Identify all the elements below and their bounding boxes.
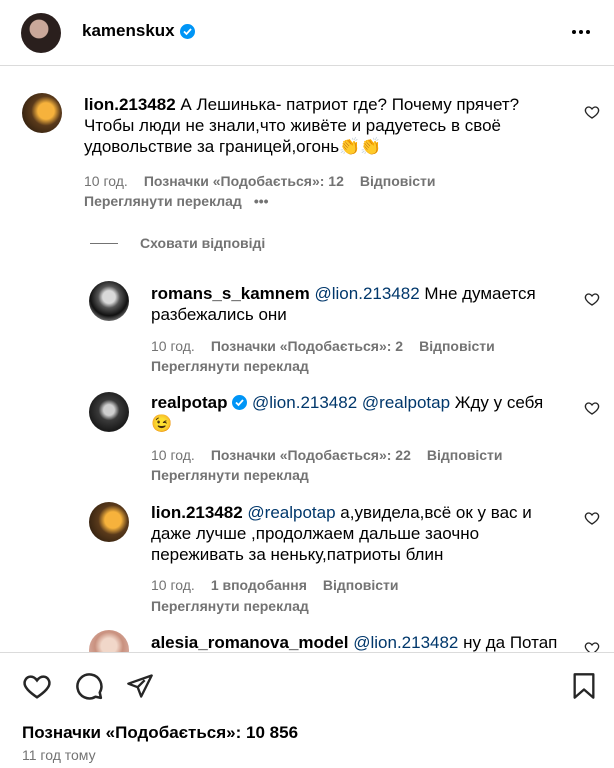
- comment-username[interactable]: romans_s_kamnem: [151, 284, 310, 303]
- reply-button[interactable]: Відповісти: [419, 338, 495, 354]
- reply-comment: lion.213482 @realpotap а,увидела,всё ок …: [0, 492, 614, 622]
- like-heart-icon[interactable]: [584, 400, 600, 416]
- comment-meta: 10 год. Позначки «Подобається»: 12 Відпо…: [84, 173, 436, 189]
- reply-button[interactable]: Відповісти: [360, 173, 436, 189]
- translate-link: Переглянути переклад •••: [84, 193, 269, 209]
- comment-likes[interactable]: Позначки «Подобається»: 12: [144, 173, 344, 189]
- mention-link[interactable]: @lion.213482: [315, 284, 420, 303]
- verified-badge-icon: [232, 395, 248, 410]
- comment-icon[interactable]: [74, 671, 104, 701]
- comment-meta: 10 год. Позначки «Подобається»: 2 Відпов…: [151, 338, 495, 354]
- translate-link: Переглянути переклад: [151, 598, 309, 614]
- mention-link[interactable]: @realpotap: [247, 503, 335, 522]
- like-heart-icon[interactable]: [584, 510, 600, 526]
- more-icon[interactable]: •••: [254, 193, 269, 209]
- reply-comment: alesia_romanova_model @lion.213482 ну да…: [0, 622, 614, 652]
- comment-text: alesia_romanova_model @lion.213482 ну да…: [151, 633, 558, 652]
- post-footer: Позначки «Подобається»: 10 856 11 год то…: [0, 652, 614, 768]
- post-actions: [22, 671, 154, 701]
- avatar[interactable]: [89, 502, 129, 542]
- comment-text: lion.213482 @realpotap а,увидела,всё ок …: [151, 503, 532, 564]
- translate-link: Переглянути переклад: [151, 358, 309, 374]
- comment-username[interactable]: lion.213482: [84, 95, 176, 114]
- mention-link[interactable]: @lion.213482: [353, 633, 458, 652]
- comment-meta: 10 год. Позначки «Подобається»: 22 Відпо…: [151, 447, 503, 463]
- reply-comment: realpotap @lion.213482 @realpotap Жду у …: [0, 382, 614, 492]
- comment-username[interactable]: lion.213482: [151, 503, 243, 522]
- comment-username[interactable]: realpotap: [151, 393, 228, 412]
- avatar[interactable]: [89, 281, 129, 321]
- like-heart-icon[interactable]: [584, 104, 600, 120]
- bookmark-icon[interactable]: [570, 671, 598, 701]
- like-heart-icon[interactable]: [22, 671, 52, 701]
- reply-button[interactable]: Відповісти: [427, 447, 503, 463]
- author-username[interactable]: kamenskux: [82, 21, 195, 41]
- mention-link[interactable]: @realpotap: [362, 393, 450, 412]
- comment-likes[interactable]: Позначки «Подобається»: 2: [211, 338, 403, 354]
- comments-list[interactable]: lion.213482 А Лешинька- патриот где? Поч…: [0, 67, 614, 652]
- avatar[interactable]: [89, 630, 129, 652]
- comment-text: lion.213482 А Лешинька- патриот где? Поч…: [84, 95, 520, 156]
- comment-likes[interactable]: Позначки «Подобається»: 22: [211, 447, 411, 463]
- comment-meta: 10 год. 1 вподобання Відповісти: [151, 577, 399, 593]
- like-heart-icon[interactable]: [584, 640, 600, 652]
- avatar[interactable]: [89, 392, 129, 432]
- translate-link: Переглянути переклад: [151, 467, 309, 483]
- post-header: kamenskux: [0, 0, 614, 66]
- reply-button[interactable]: Відповісти: [323, 577, 399, 593]
- more-options-icon[interactable]: [572, 24, 592, 40]
- avatar[interactable]: [22, 93, 62, 133]
- comment-username[interactable]: alesia_romanova_model: [151, 633, 348, 652]
- post-likes[interactable]: Позначки «Подобається»: 10 856: [22, 723, 298, 743]
- comment: lion.213482 А Лешинька- патриот где? Поч…: [0, 67, 614, 227]
- verified-badge-icon: [179, 23, 195, 39]
- divider: [90, 242, 118, 244]
- like-heart-icon[interactable]: [584, 291, 600, 307]
- post-time[interactable]: 11 год тому: [22, 747, 96, 763]
- comment-text: romans_s_kamnem @lion.213482 Мне думаетс…: [151, 284, 536, 324]
- reply-comment: romans_s_kamnem @lion.213482 Мне думаетс…: [0, 273, 614, 378]
- share-icon[interactable]: [126, 672, 154, 700]
- avatar[interactable]: [21, 13, 61, 53]
- comment-text: realpotap @lion.213482 @realpotap Жду у …: [151, 393, 544, 433]
- mention-link[interactable]: @lion.213482: [252, 393, 357, 412]
- hide-replies-button[interactable]: Сховати відповіді: [90, 235, 265, 251]
- comment-likes[interactable]: 1 вподобання: [211, 577, 307, 593]
